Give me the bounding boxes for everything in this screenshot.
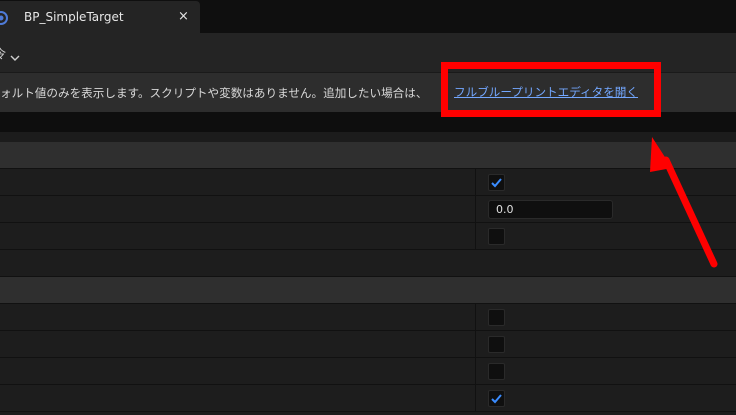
annotation-arrow-icon: [650, 137, 718, 268]
